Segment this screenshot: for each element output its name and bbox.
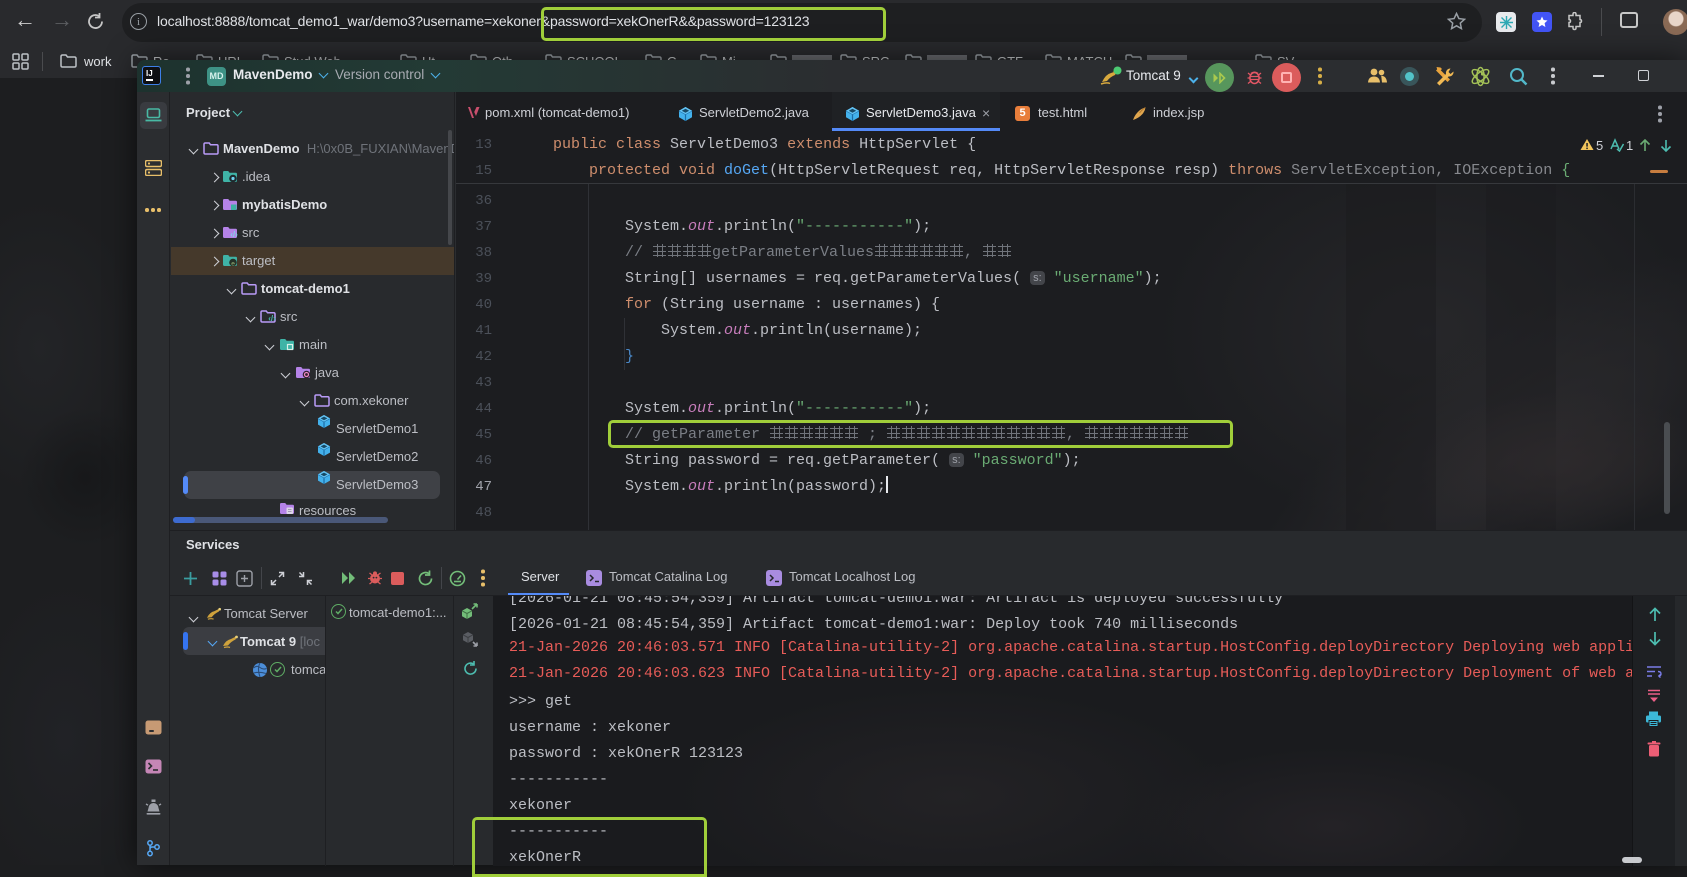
svg-text:‹/›: ‹/› — [268, 314, 276, 323]
svg-text:‹/›: ‹/› — [230, 230, 238, 239]
svg-text:e: e — [231, 261, 235, 268]
